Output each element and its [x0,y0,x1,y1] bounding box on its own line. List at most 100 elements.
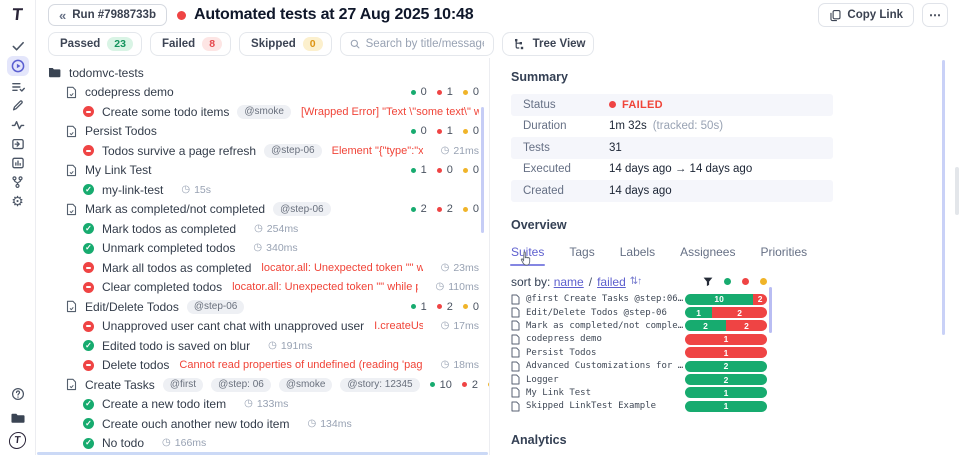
overview-suite-row[interactable]: Edit/Delete Todos @step-0612 [511,306,767,319]
test-passed-icon [83,399,94,410]
copy-link-button[interactable]: Copy Link [818,3,914,27]
tree-suite-row[interactable]: codepress demo010 [36,83,489,103]
tree-test-row[interactable]: Todos survive a page refresh@step-06Elem… [36,141,489,161]
tree-test-row[interactable]: Create some todo items@smoke[Wrapped Err… [36,102,489,122]
overview-suite-row[interactable]: codepress demo1 [511,333,767,346]
tree-test-row[interactable]: my-link-test◷15s [36,180,489,200]
sort-separator: / [589,275,592,289]
tree-panel-hscrollbar[interactable] [37,452,488,455]
overview-suite-row[interactable]: My Link Test1 [511,386,767,399]
legend-failed-dot[interactable] [742,278,749,285]
profile-avatar[interactable]: T [8,432,27,449]
count-dot-green [411,90,416,95]
folder-icon [48,67,61,78]
overview-suite-row[interactable]: Mark as completed/not comple…22 [511,319,767,332]
count-dot-red [437,304,442,309]
tree-suite-row[interactable]: Persist Todos010 [36,122,489,142]
browser-scrollbar[interactable] [955,167,959,215]
tree-folder-row[interactable]: todomvc-tests [36,63,489,83]
tree-test-row[interactable]: No todo◷166ms [36,434,489,454]
tree-test-row[interactable]: Clear completed todoslocator.all: Unexpe… [36,278,489,298]
overview-suite-row[interactable]: @first Create Tasks @step:06…102 [511,293,767,306]
report-icon[interactable] [7,153,29,172]
status-filter-chips: Passed23 Failed8 Skipped0 [48,32,332,56]
status-text: FAILED [622,99,663,111]
suite-result-bar: 102 [685,294,767,305]
page-title: Automated tests at 27 Aug 2025 10:48 [194,6,473,24]
filter-funnel-icon[interactable] [703,277,713,287]
filter-chip-failed[interactable]: Failed8 [150,32,231,56]
settings-icon[interactable]: ⚙ [7,191,29,210]
tree-panel-scrollbar[interactable] [481,107,484,233]
compose-icon[interactable] [7,96,29,115]
details-panel-scrollbar[interactable] [942,60,945,335]
overview-suite-row[interactable]: Skipped LinkTest Example1 [511,400,767,413]
suite-name: Mark as completed/not completed [85,202,265,216]
tree-test-row[interactable]: Unmark completed todos◷340ms [36,239,489,259]
projects-icon[interactable] [7,408,29,427]
tree-suite-row[interactable]: Mark as completed/not completed@step-062… [36,200,489,220]
failed-segment: 1 [685,334,767,345]
pulse-icon[interactable] [7,115,29,134]
sort-by-label: sort by: [511,275,550,289]
tree-test-row[interactable]: Edited todo is saved on blur◷191ms [36,336,489,356]
test-duration: ◷134ms [307,418,351,430]
suite-result-bar: 2 [685,361,767,372]
tab-assignees[interactable]: Assignees [680,245,735,259]
tree-test-row[interactable]: Delete todosCannot read properties of un… [36,356,489,376]
tasks-icon[interactable] [7,77,29,96]
run-back-button[interactable]: « Run #7988733b [48,4,167,26]
overview-suite-name: Persist Todos [526,348,684,358]
tree-test-row[interactable]: Mark all todos as completedlocator.all: … [36,258,489,278]
tab-tags[interactable]: Tags [569,245,594,259]
suite-result-bar: 1 [685,401,767,412]
tab-labels[interactable]: Labels [620,245,655,259]
suite-file-icon [66,203,77,216]
tree-suite-row[interactable]: Edit/Delete Todos@step-06120 [36,297,489,317]
overview-suite-row[interactable]: Advanced Customizations for …2 [511,359,767,372]
search-box[interactable] [340,32,494,56]
tree-view-button[interactable]: Tree View [502,32,595,56]
summary-value: FAILED [609,99,663,111]
overview-suite-row[interactable]: Persist Todos1 [511,346,767,359]
test-passed-icon [83,243,94,254]
legend-passed-dot[interactable] [724,278,731,285]
legend-skipped-dot[interactable] [760,278,767,285]
overview-suite-row[interactable]: Logger2 [511,373,767,386]
tab-suites[interactable]: Suites [511,245,544,259]
search-icon [350,38,360,50]
more-menu-button[interactable]: ⋯ [922,3,948,27]
branch-icon[interactable] [7,172,29,191]
runs-icon[interactable] [7,56,29,76]
tree-suite-row[interactable]: Create Tasks@first@step: 06@smoke@story:… [36,375,489,395]
console-icon[interactable] [7,134,29,153]
suite-file-icon [511,334,520,345]
count-dot-yellow [463,304,468,309]
count-dot-yellow [463,168,468,173]
passed-segment: 2 [685,361,767,372]
tree-test-row[interactable]: Mark todos as completed◷254ms [36,219,489,239]
summary-label: Created [523,185,609,197]
checks-icon[interactable] [7,36,29,55]
filter-chip-passed[interactable]: Passed23 [48,32,142,56]
sort-by-failed-link[interactable]: failed [597,275,626,289]
tab-priorities[interactable]: Priorities [760,245,807,259]
clock-icon: ◷ [441,263,450,273]
test-duration: ◷191ms [268,340,312,352]
clock-icon: ◷ [441,360,450,370]
help-icon[interactable] [7,384,29,403]
tree-test-row[interactable]: Unapproved user cant chat with unapprove… [36,317,489,337]
search-input[interactable] [366,38,484,50]
suite-result-bar: 1 [685,387,767,398]
suites-scrollbar[interactable] [769,287,772,333]
count-value: 1 [421,164,427,176]
test-duration: ◷166ms [162,437,206,449]
overview-title: Overview [511,218,960,233]
filter-chip-skipped[interactable]: Skipped0 [239,32,332,56]
tree-test-row[interactable]: Create ouch another new todo item◷134ms [36,414,489,434]
test-failed-icon [83,262,94,273]
tree-test-row[interactable]: Create a new todo item◷133ms [36,395,489,415]
suite-name: Create Tasks [85,378,155,392]
tree-suite-row[interactable]: My Link Test100 [36,161,489,181]
sort-by-name-link[interactable]: name [554,275,584,289]
